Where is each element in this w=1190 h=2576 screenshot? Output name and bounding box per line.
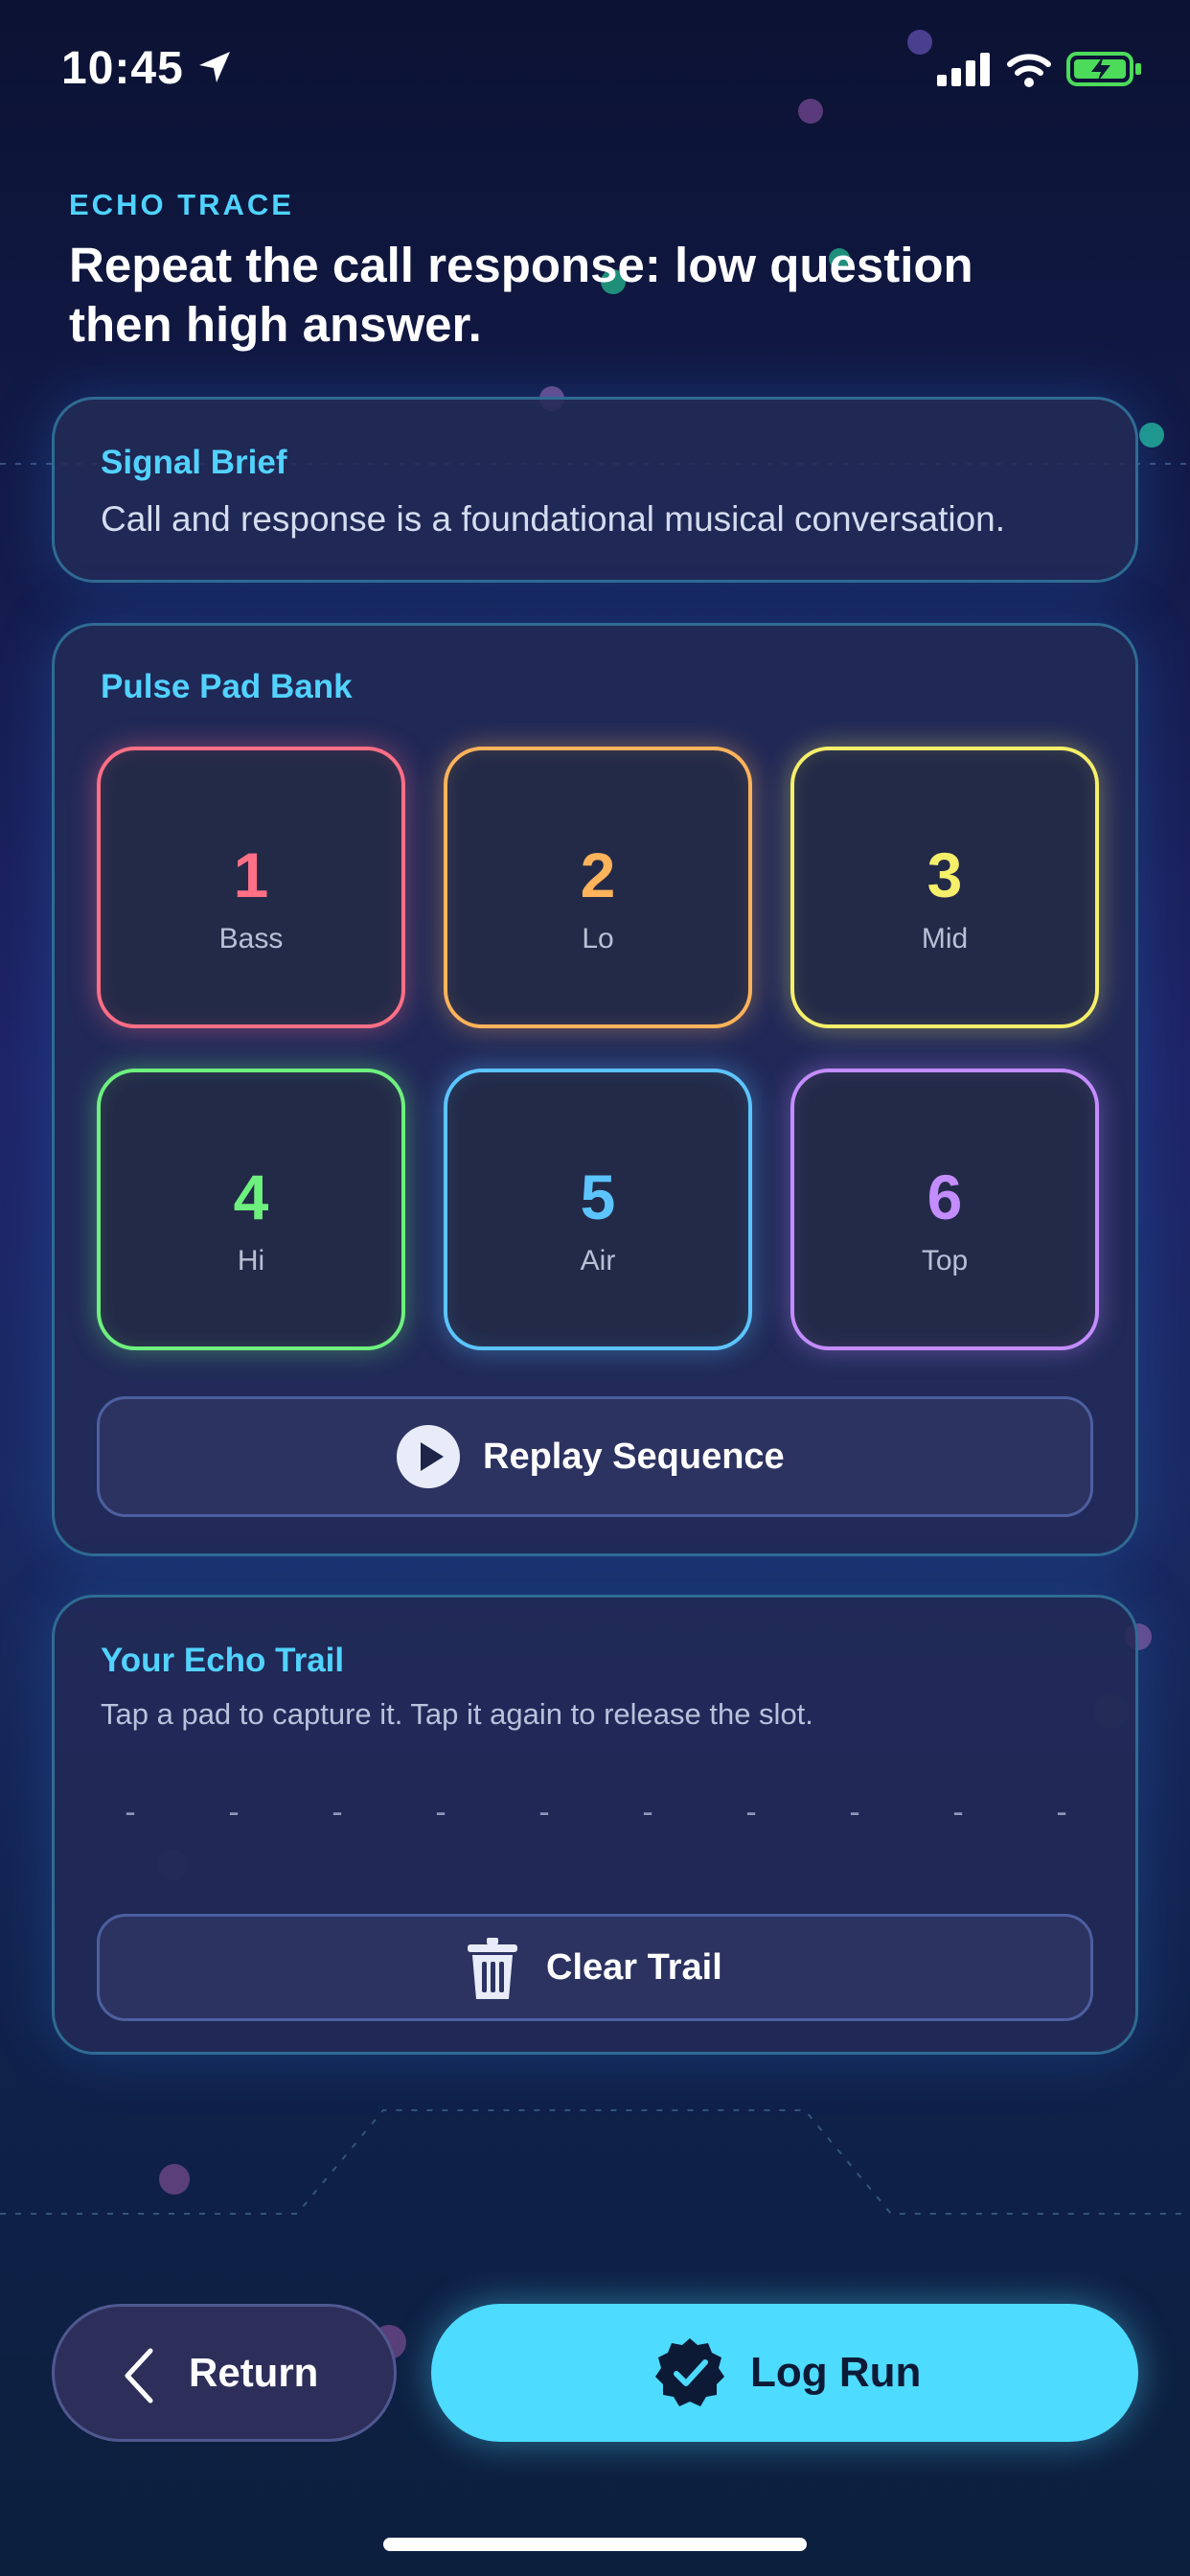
- pad-2-lo[interactable]: 2 Lo: [444, 747, 752, 1028]
- pad-3-mid[interactable]: 3 Mid: [790, 747, 1099, 1028]
- status-time: 10:45: [61, 43, 184, 94]
- pad-name: Hi: [237, 1245, 265, 1276]
- pad-name: Air: [580, 1245, 616, 1276]
- trail-slot-9: -: [952, 1794, 964, 1830]
- trail-slot-2: -: [228, 1794, 240, 1830]
- log-run-button[interactable]: Log Run: [431, 2304, 1138, 2442]
- trail-slot-6: -: [642, 1794, 653, 1830]
- signal-brief-title: Signal Brief: [101, 444, 287, 481]
- trail-slot-10: -: [1056, 1794, 1067, 1830]
- pulse-pad-bank-title: Pulse Pad Bank: [101, 668, 353, 705]
- section-eyebrow: ECHO TRACE: [69, 188, 294, 221]
- battery-charging-icon: [1066, 52, 1141, 86]
- home-indicator[interactable]: [383, 2538, 807, 2551]
- return-button[interactable]: Return: [52, 2304, 397, 2442]
- log-run-label: Log Run: [750, 2349, 922, 2396]
- trail-slot-3: -: [332, 1794, 343, 1830]
- pad-number: 5: [580, 1162, 616, 1232]
- pad-5-air[interactable]: 5 Air: [444, 1069, 752, 1350]
- pad-4-hi[interactable]: 4 Hi: [97, 1069, 405, 1350]
- echo-trail-card: Your Echo Trail Tap a pad to capture it.…: [52, 1595, 1138, 2055]
- pad-1-bass[interactable]: 1 Bass: [97, 747, 405, 1028]
- pad-name: Mid: [921, 923, 969, 954]
- chevron-left-icon: [125, 2348, 153, 2404]
- pad-number: 6: [927, 1162, 963, 1232]
- trail-slot-5: -: [538, 1794, 550, 1830]
- trail-slot-1: -: [125, 1794, 136, 1830]
- clear-trail-label: Clear Trail: [546, 1946, 722, 1988]
- pad-name: Lo: [582, 923, 614, 954]
- page-title: Repeat the call response: low question t…: [69, 238, 973, 352]
- cellular-signal-icon: [937, 53, 990, 86]
- pulse-pad-bank-card: Pulse Pad Bank 1 Bass 2 Lo 3 Mid 4 Hi 5 …: [52, 623, 1138, 1556]
- signal-brief-card: Signal Brief Call and response is a foun…: [52, 397, 1138, 583]
- play-icon: [397, 1425, 460, 1488]
- signal-brief-text: Call and response is a foundational musi…: [101, 499, 1006, 539]
- verified-badge-icon: [655, 2338, 724, 2406]
- pad-number: 3: [927, 840, 963, 910]
- echo-trail-title: Your Echo Trail: [101, 1642, 345, 1679]
- trail-slot-4: -: [435, 1794, 446, 1830]
- clear-trail-button[interactable]: Clear Trail: [97, 1914, 1093, 2021]
- pad-name: Bass: [218, 923, 284, 954]
- wifi-icon: [1007, 54, 1051, 87]
- trash-icon: [468, 1938, 517, 1999]
- pad-number: 1: [233, 840, 269, 910]
- trail-slot-8: -: [849, 1794, 860, 1830]
- trail-slot-7: -: [745, 1794, 757, 1830]
- pad-number: 2: [580, 840, 616, 910]
- pad-number: 4: [233, 1162, 269, 1232]
- replay-sequence-label: Replay Sequence: [483, 1436, 785, 1477]
- return-label: Return: [189, 2350, 319, 2395]
- pad-6-top[interactable]: 6 Top: [790, 1069, 1099, 1350]
- pad-name: Top: [921, 1245, 969, 1276]
- replay-sequence-button[interactable]: Replay Sequence: [97, 1396, 1093, 1517]
- location-arrow-icon: [199, 52, 230, 82]
- echo-trail-help: Tap a pad to capture it. Tap it again to…: [101, 1697, 813, 1731]
